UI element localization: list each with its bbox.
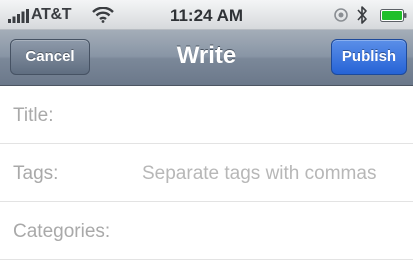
status-bar: AT&T 11:24 AM xyxy=(0,0,413,30)
publish-button[interactable]: Publish xyxy=(331,39,407,75)
title-row: Title: xyxy=(0,86,413,144)
tags-row: Tags: xyxy=(0,144,413,202)
title-input[interactable] xyxy=(78,98,402,134)
battery-icon xyxy=(380,9,407,22)
categories-row[interactable]: Categories: xyxy=(0,202,413,260)
categories-input[interactable] xyxy=(140,214,409,250)
bluetooth-icon xyxy=(357,6,367,24)
tags-input[interactable] xyxy=(140,156,409,192)
tags-label: Tags: xyxy=(13,163,59,184)
navigation-bar: Cancel Write Publish xyxy=(0,30,413,86)
lock-rotation-icon xyxy=(334,8,348,22)
categories-label: Categories: xyxy=(13,221,111,242)
status-time: 11:24 AM xyxy=(169,6,244,25)
post-form: Title: Tags: Categories: xyxy=(0,86,413,260)
title-label: Title: xyxy=(13,105,54,126)
